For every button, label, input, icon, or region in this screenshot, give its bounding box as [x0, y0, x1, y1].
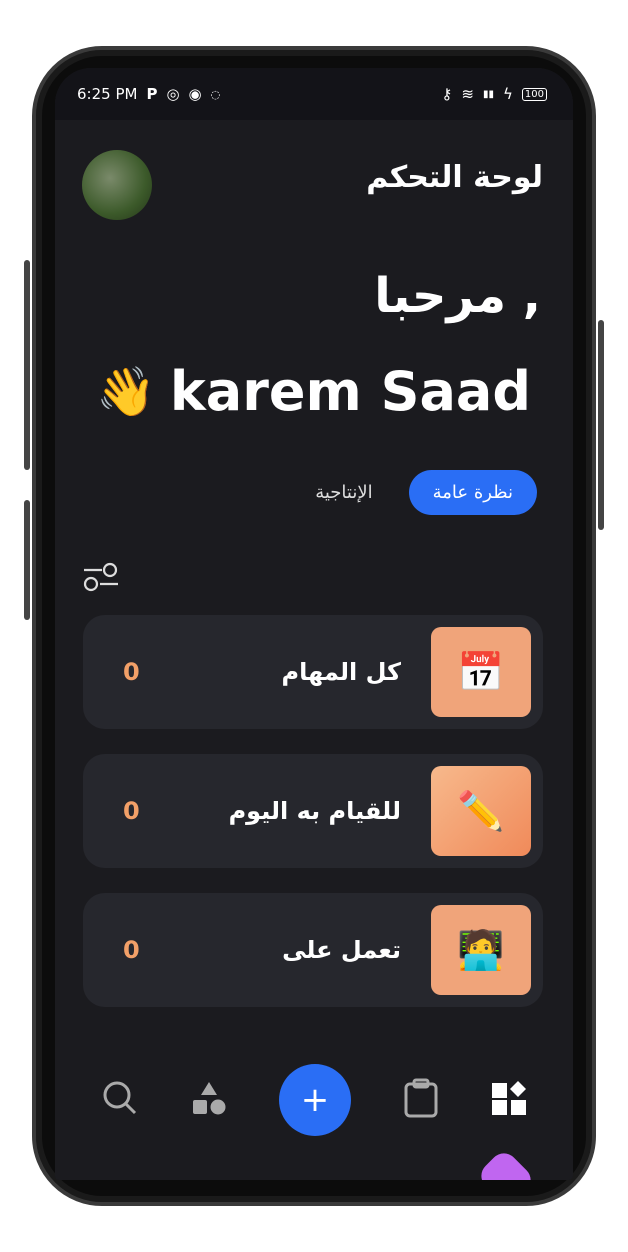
- card-count: 0: [123, 658, 140, 686]
- charging-icon: ϟ: [503, 85, 513, 103]
- user-name: karem Saad: [169, 360, 531, 423]
- tab-overview[interactable]: نظرة عامة: [408, 470, 537, 515]
- signal-icon: ▮▮: [482, 88, 494, 100]
- pencil-cup-illustration-icon: ✏️: [431, 766, 531, 856]
- card-today[interactable]: 0 للقيام به اليوم ✏️: [83, 754, 543, 868]
- tab-bar: نظرة عامة الإنتاجية: [315, 470, 537, 515]
- status-bar: 6:25 PM P ◎ ◉ ◌ ⚷ ≋ ▮▮ ϟ 100: [55, 68, 573, 120]
- card-label: للقيام به اليوم: [228, 797, 401, 825]
- card-all-tasks[interactable]: 0 كل المهام 📅: [83, 615, 543, 729]
- card-label: تعمل على: [282, 936, 401, 964]
- battery-icon: 100: [521, 87, 547, 101]
- card-count: 0: [123, 797, 140, 825]
- greeting-text: مرحبا ,: [374, 268, 541, 324]
- vpn-key-icon: ⚷: [441, 85, 453, 103]
- waving-hand-icon: 👋: [96, 364, 156, 420]
- card-count: 0: [123, 936, 140, 964]
- bottom-nav: +: [55, 1062, 573, 1138]
- avatar[interactable]: [82, 150, 152, 220]
- volume-button: [24, 260, 30, 470]
- user-name-row: 👋 karem Saad: [96, 360, 531, 423]
- parking-icon: P: [146, 85, 158, 103]
- whatsapp-icon: ◎: [166, 85, 180, 103]
- multitasking-illustration-icon: 🧑‍💻: [431, 905, 531, 995]
- card-in-progress[interactable]: 0 تعمل على 🧑‍💻: [83, 893, 543, 1007]
- power-button: [598, 320, 604, 530]
- floating-bubble[interactable]: [475, 1147, 537, 1180]
- app-icon: ◉: [188, 85, 202, 103]
- wifi-icon: ≋: [461, 85, 474, 103]
- calendar-illustration-icon: 📅: [431, 627, 531, 717]
- add-button[interactable]: +: [279, 1064, 351, 1136]
- notification-icon: ◌: [210, 87, 221, 101]
- card-label: كل المهام: [281, 658, 401, 686]
- tab-productivity[interactable]: الإنتاجية: [315, 482, 372, 503]
- search-icon[interactable]: [101, 1079, 139, 1121]
- shapes-icon[interactable]: [191, 1080, 227, 1120]
- clipboard-icon[interactable]: [403, 1078, 439, 1122]
- filter-icon[interactable]: [82, 560, 120, 598]
- page-title: لوحة التحكم: [366, 160, 543, 195]
- screen: 6:25 PM P ◎ ◉ ◌ ⚷ ≋ ▮▮ ϟ 100 لوحة التحكم…: [55, 68, 573, 1180]
- side-button: [24, 500, 30, 620]
- status-time: 6:25 PM: [77, 85, 138, 103]
- dashboard-icon[interactable]: [491, 1080, 527, 1120]
